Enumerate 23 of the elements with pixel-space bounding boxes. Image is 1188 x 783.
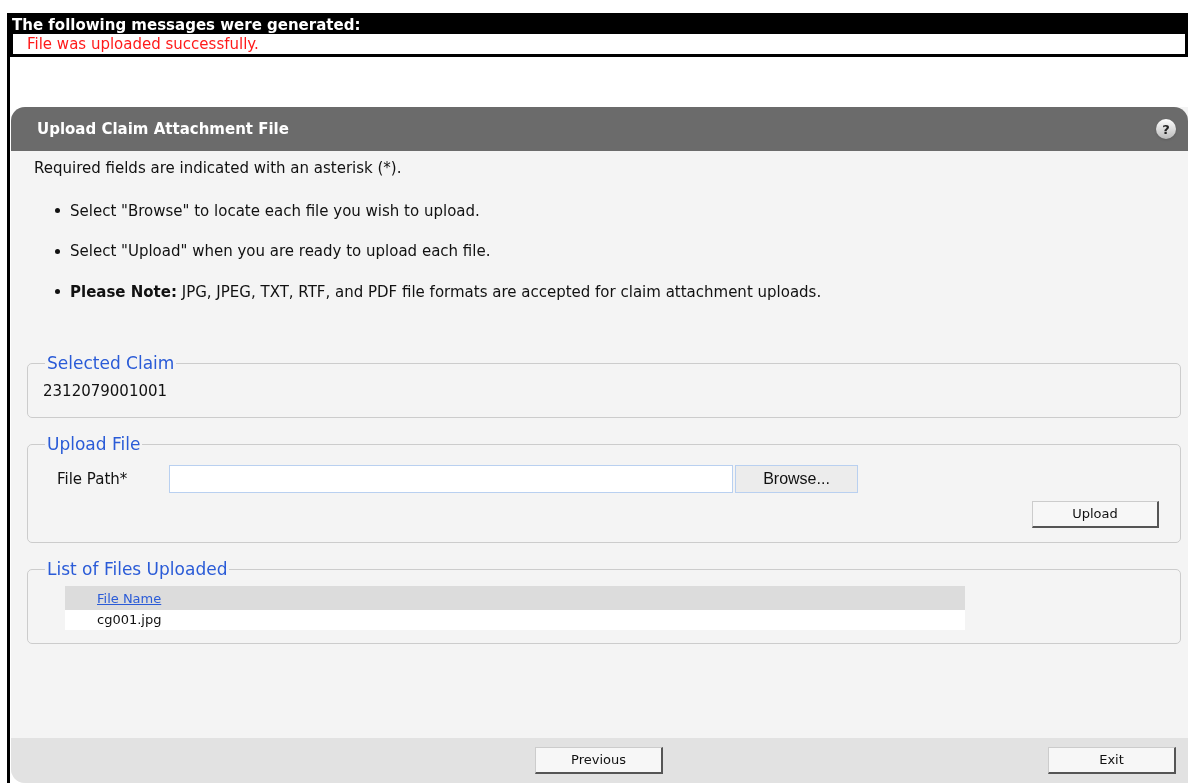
- group-legend: Upload File: [45, 431, 143, 457]
- bullet-icon: [55, 248, 60, 254]
- file-name-cell: cg001.jpg: [65, 609, 965, 630]
- bullet-icon: [55, 208, 60, 214]
- file-path-field[interactable]: [169, 465, 733, 493]
- panel-title: Upload Claim Attachment File: [37, 118, 289, 140]
- previous-button[interactable]: Previous: [535, 747, 663, 774]
- field-label: File Path*: [57, 468, 129, 490]
- claim-number: 2312079001001: [43, 381, 168, 400]
- required-note: Required fields are indicated with an asterisk (*).: [33, 158, 403, 179]
- instruction-text: Select "Upload" when you are ready to upload each file.: [70, 241, 491, 262]
- browse-button[interactable]: Browse...: [735, 465, 858, 493]
- instruction-text: Select "Browse" to locate each file you wish to upload.: [70, 200, 480, 222]
- upload-button[interactable]: Upload: [1032, 501, 1159, 528]
- column-header-link[interactable]: File Name: [97, 590, 162, 606]
- group-legend: List of Files Uploaded: [45, 557, 230, 583]
- status-message: File was uploaded successfully.: [27, 34, 260, 54]
- exit-button[interactable]: Exit: [1048, 747, 1176, 774]
- bullet-icon: [55, 289, 60, 295]
- group-legend: Selected Claim: [45, 351, 177, 377]
- help-button[interactable]: ?: [1156, 119, 1176, 139]
- instruction-text: Please Note: JPG, JPEG, TXT, RTF, and PDF file formats are accepted for claim attachment uploads.: [70, 281, 822, 303]
- messages-heading: The following messages were generated:: [12, 17, 361, 33]
